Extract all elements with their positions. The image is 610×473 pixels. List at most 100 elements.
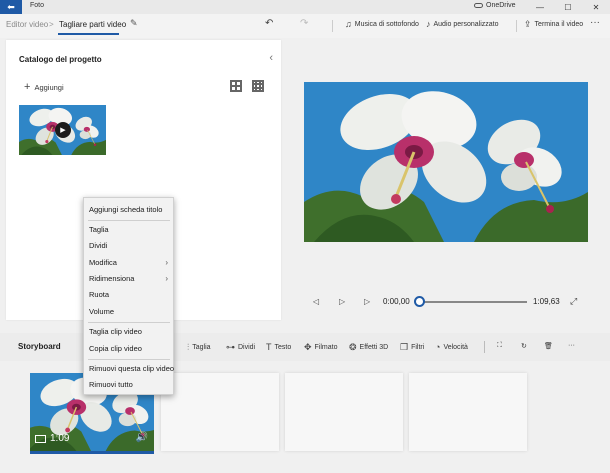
motion-label: Filmato [314, 344, 338, 351]
monitor-icon [35, 435, 46, 443]
next-frame-icon[interactable]: ▷ [364, 297, 370, 306]
custom-audio-label: Audio personalizzato [433, 20, 499, 28]
empty-storyboard-slot[interactable] [161, 373, 279, 451]
music-note-icon: ♫ [345, 19, 352, 29]
seek-handle[interactable] [414, 296, 425, 307]
menu-item-split[interactable]: Dividi [84, 239, 173, 253]
3d-effects-icon: ❂ [349, 342, 357, 352]
background-music-button[interactable]: ♫ Musica di sottofondo [345, 19, 419, 29]
custom-audio-button[interactable]: ♪ Audio personalizzato [426, 19, 499, 29]
minimize-button[interactable]: — [526, 0, 554, 14]
empty-storyboard-slot[interactable] [409, 373, 527, 451]
menu-separator [88, 322, 170, 323]
menu-item-label: Aggiungi scheda titolo [89, 205, 163, 214]
pencil-icon[interactable]: ✎ [130, 18, 138, 29]
finish-video-button[interactable]: ⇪ Termina il video [524, 19, 583, 30]
filters-icon: ❒ [400, 342, 409, 352]
menu-item-cut-clip[interactable]: Taglia clip video [84, 325, 173, 339]
motion-button[interactable]: ✥ Filmato [304, 342, 338, 353]
catalog-title: Catalogo del progetto [19, 55, 102, 64]
trim-label: Taglia [192, 344, 211, 351]
grid-view-large-icon[interactable] [252, 80, 264, 92]
audio-icon: ♪ [426, 19, 431, 29]
total-time: 1:09,63 [533, 297, 560, 306]
speed-icon: ◔ [435, 342, 441, 352]
3d-effects-button[interactable]: ❂ Effetti 3D [349, 342, 388, 353]
close-button[interactable]: ✕ [582, 0, 610, 14]
trim-icon: ⫶ [187, 342, 190, 352]
add-media-button[interactable]: + Aggiungi [24, 81, 64, 93]
rotate-icon[interactable]: ↻ [521, 342, 527, 350]
text-icon: T [266, 342, 272, 352]
top-toolbar: Editor video > Tagliare parti video ✎ ↶ … [0, 14, 610, 38]
trim-button[interactable]: ⫶ Taglia [187, 342, 211, 353]
text-button[interactable]: T Testo [266, 342, 291, 352]
seek-bar[interactable] [420, 301, 527, 303]
play-button[interactable]: ▷ [339, 297, 345, 306]
background-music-label: Musica di sottofondo [354, 20, 419, 28]
menu-item-copy-clip[interactable]: Copia clip video [84, 342, 173, 356]
arrow-left-icon: ⬅ [7, 1, 15, 12]
menu-item-add-title-card[interactable]: Aggiungi scheda titolo [84, 203, 173, 217]
title-bar: ⬅ Foto OneDrive — ☐ ✕ [0, 0, 610, 14]
menu-item-label: Volume [89, 307, 115, 316]
cloud-icon [474, 3, 483, 8]
menu-separator [88, 359, 170, 360]
chevron-right-icon: › [165, 274, 168, 283]
plus-icon: + [24, 81, 31, 93]
empty-storyboard-slot[interactable] [285, 373, 403, 451]
menu-item-edit[interactable]: Modifica › [84, 256, 173, 270]
menu-item-label: Dividi [89, 241, 108, 250]
clip-selected-indicator [30, 451, 154, 454]
clip-duration: 1:09 [50, 433, 70, 444]
more-options-icon[interactable]: ··· [568, 342, 575, 349]
maximize-button[interactable]: ☐ [554, 0, 582, 14]
export-icon: ⇪ [524, 19, 532, 29]
undo-icon[interactable]: ↶ [265, 18, 273, 29]
current-time: 0:00,00 [383, 297, 410, 306]
menu-item-label: Modifica [89, 258, 117, 267]
toolbar-divider [516, 20, 517, 32]
more-options-icon[interactable]: ··· [590, 17, 600, 28]
split-button[interactable]: ⊶ Dividi [226, 342, 255, 353]
finish-video-label: Termina il video [534, 21, 584, 28]
project-title[interactable]: Tagliare parti video [59, 20, 126, 29]
menu-item-label: Taglia clip video [89, 327, 142, 336]
breadcrumb-editor-video[interactable]: Editor video [6, 20, 48, 29]
app-title: Foto [30, 2, 45, 9]
menu-item-trim[interactable]: Taglia [84, 223, 173, 237]
menu-item-remove-clip[interactable]: Rimuovi questa clip video [84, 362, 175, 376]
filters-button[interactable]: ❒ Filtri [400, 342, 424, 353]
fit-frame-icon[interactable]: ⛶ [497, 342, 502, 350]
previous-frame-icon[interactable]: ◁ [313, 297, 319, 306]
redo-icon[interactable]: ↷ [300, 18, 308, 29]
chevron-left-icon[interactable]: ‹ [269, 52, 273, 64]
media-thumbnail[interactable]: ▶ [19, 105, 106, 155]
onedrive-status[interactable]: OneDrive [474, 2, 516, 9]
menu-item-rotate[interactable]: Ruota [84, 288, 173, 302]
grid-view-small-icon[interactable] [230, 80, 242, 92]
project-title-underline [58, 33, 119, 35]
trash-icon[interactable]: 🗑 [544, 342, 553, 350]
storyboard-divider [484, 341, 485, 353]
menu-item-label: Copia clip video [89, 344, 142, 353]
text-label: Testo [274, 343, 292, 351]
menu-separator [88, 220, 170, 221]
chevron-right-icon: › [165, 258, 168, 267]
menu-item-label: Ridimensiona [89, 274, 135, 283]
speed-button[interactable]: ◔ Velocità [435, 342, 468, 352]
speed-label: Velocità [443, 343, 468, 351]
toolbar-divider [332, 20, 333, 32]
menu-item-resize[interactable]: Ridimensiona › [84, 272, 173, 286]
menu-item-remove-all[interactable]: Rimuovi tutto [84, 378, 173, 392]
back-button[interactable]: ⬅ [0, 0, 22, 14]
expand-icon[interactable]: ⤢ [570, 296, 577, 307]
menu-item-label: Rimuovi tutto [89, 380, 133, 389]
window-controls: — ☐ ✕ [526, 0, 610, 14]
video-preview[interactable] [304, 82, 588, 242]
storyboard-title: Storyboard [18, 342, 61, 351]
speaker-icon[interactable]: 🔊 [136, 432, 148, 443]
menu-item-label: Rimuovi questa clip video [89, 364, 175, 373]
menu-item-volume[interactable]: Volume [84, 305, 173, 319]
menu-item-label: Ruota [89, 290, 110, 299]
